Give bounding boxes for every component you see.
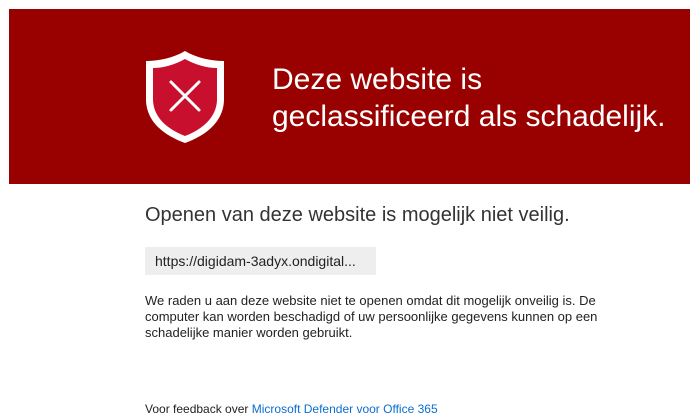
banner-title-line1: Deze website is [272, 63, 483, 96]
page: Deze website is geclassificeerd als scha… [0, 0, 690, 413]
feedback-link[interactable]: Microsoft Defender voor Office 365 [252, 402, 438, 413]
blocked-url: https://digidam-3adyx.ondigital... [145, 247, 376, 275]
warning-banner: Deze website is geclassificeerd als scha… [9, 9, 690, 184]
page-subtitle: Openen van deze website is mogelijk niet… [145, 204, 570, 226]
banner-title-line2: geclassificeerd als schadelijk. [272, 100, 666, 133]
banner-title: Deze website is geclassificeerd als scha… [272, 61, 690, 135]
warning-text: We raden u aan deze website niet te open… [145, 293, 598, 340]
shield-x-icon [143, 49, 227, 145]
feedback-line: Voor feedback over Microsoft Defender vo… [145, 402, 438, 413]
feedback-prefix: Voor feedback over [145, 402, 249, 413]
